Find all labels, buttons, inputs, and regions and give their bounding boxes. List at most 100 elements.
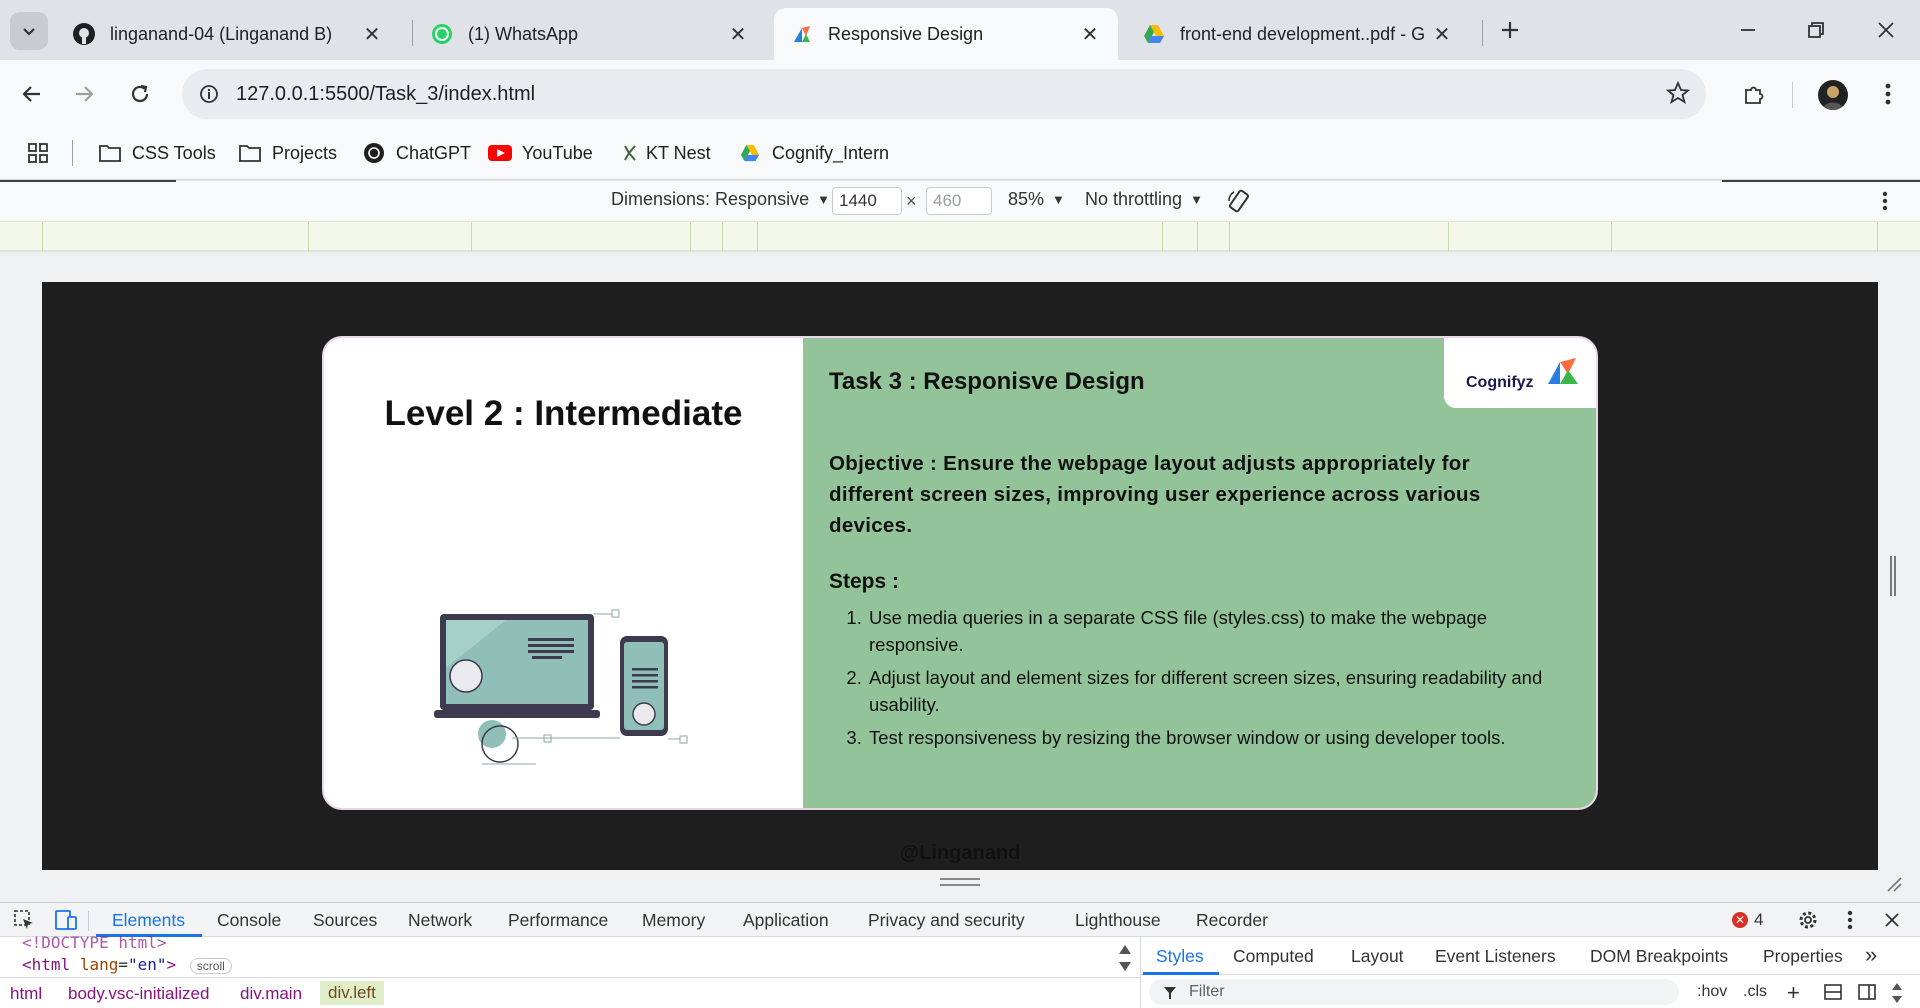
breadcrumb-div-left[interactable]: div.left (320, 981, 384, 1005)
scroll-badge[interactable]: scroll (189, 958, 232, 974)
dimensions-dropdown[interactable]: Dimensions: Responsive ▼ (611, 189, 830, 210)
bookmark-chatgpt[interactable]: ChatGPT (362, 138, 471, 168)
device-toolbar-menu[interactable] (1882, 191, 1888, 211)
devtools-settings-button[interactable] (1794, 907, 1822, 933)
close-icon[interactable]: ✕ (1430, 22, 1454, 46)
caret-down-icon: ▼ (817, 192, 830, 207)
tab-console[interactable]: Console (217, 910, 281, 931)
footer-credit: @Linganand (899, 842, 1021, 864)
breadcrumb-html[interactable]: html (10, 984, 42, 1004)
resize-corner-icon[interactable] (1884, 874, 1902, 892)
computed-styles-toggle-icon[interactable] (1823, 983, 1843, 1001)
browser-tab-whatsapp[interactable]: (1) WhatsApp ✕ (414, 8, 766, 60)
device-toggle-button[interactable] (52, 907, 80, 933)
bookmark-projects[interactable]: Projects (238, 138, 337, 168)
hov-toggle[interactable]: :hov (1697, 983, 1727, 1001)
profile-avatar[interactable] (1818, 80, 1848, 110)
rotate-button[interactable] (1226, 188, 1252, 214)
toolbar-edge-line (1722, 180, 1920, 182)
dimensions-times: × (906, 191, 917, 211)
tab-elements[interactable]: Elements (112, 910, 185, 931)
extensions-button[interactable] (1734, 74, 1774, 114)
browser-tab-github[interactable]: linganand-04 (Linganand B) ✕ (56, 8, 400, 60)
bookmark-kt-nest[interactable]: KT Nest (622, 138, 711, 168)
cognifyz-logo: Cognifyz (1444, 338, 1596, 408)
reload-button[interactable] (120, 74, 160, 114)
tab-network[interactable]: Network (408, 910, 472, 931)
throttling-dropdown[interactable]: No throttling ▼ (1085, 189, 1203, 210)
bookmark-cognify-intern[interactable]: Cognify_Intern (738, 138, 889, 168)
card-right-panel: Task 3 : Responisve Design Objective : E… (803, 338, 1596, 808)
close-icon[interactable]: ✕ (1078, 22, 1102, 46)
bookmark-css-tools[interactable]: CSS Tools (98, 138, 216, 168)
cls-toggle[interactable]: .cls (1743, 983, 1767, 1001)
bookmark-label: Cognify_Intern (772, 142, 890, 163)
inspect-element-button[interactable] (10, 907, 38, 933)
restore-button[interactable] (1792, 12, 1840, 48)
devtools-panel: Elements Console Sources Network Perform… (0, 902, 1920, 1008)
breadcrumb-div-main[interactable]: div.main (240, 984, 302, 1004)
devtools-close-button[interactable] (1878, 907, 1906, 933)
tab-divider (412, 20, 413, 46)
browser-menu-button[interactable] (1868, 74, 1908, 114)
bookmark-youtube[interactable]: YouTube (488, 138, 593, 168)
zoom-dropdown[interactable]: 85% ▼ (1008, 189, 1065, 210)
styles-filter-row: Filter :hov .cls + (1149, 979, 1909, 1007)
browser-tab-drive-pdf[interactable]: front-end development..pdf - G ✕ (1126, 8, 1470, 60)
apps-button[interactable] (26, 138, 60, 168)
list-item: Test responsiveness by resizing the brow… (867, 724, 1547, 751)
tab-properties[interactable]: Properties (1763, 946, 1843, 967)
more-vertical-icon (1882, 191, 1888, 211)
more-vertical-icon (1847, 910, 1853, 930)
dom-scroll-arrows[interactable] (1118, 943, 1132, 977)
tab-performance[interactable]: Performance (508, 910, 608, 931)
tab-sources[interactable]: Sources (313, 910, 377, 931)
tab-layout[interactable]: Layout (1351, 946, 1404, 967)
height-input[interactable]: 460 (926, 187, 992, 215)
styles-filter-input[interactable]: Filter (1149, 979, 1679, 1005)
breadcrumb-body[interactable]: body.vsc-initialized (68, 984, 209, 1004)
width-input[interactable]: 1440 (832, 187, 902, 215)
media-query-bar[interactable] (0, 221, 1920, 252)
close-icon[interactable]: ✕ (360, 22, 384, 46)
error-count: 4 (1754, 910, 1764, 929)
tab-privacy-security[interactable]: Privacy and security (868, 910, 1025, 931)
tab-application[interactable]: Application (743, 910, 829, 931)
dom-doctype[interactable]: <!DOCTYPE html> (22, 933, 167, 952)
tab-search-button[interactable] (10, 12, 48, 50)
viewport-resize-handle[interactable] (1890, 556, 1896, 596)
browser-tab-responsive-design[interactable]: Responsive Design ✕ (774, 8, 1118, 60)
breadcrumb: html body.vsc-initialized div.main div.l… (0, 977, 1140, 1008)
sidebar-toggle-icon[interactable] (1857, 983, 1877, 1001)
more-tabs-icon[interactable]: » (1865, 942, 1877, 968)
close-icon (1885, 913, 1899, 927)
address-bar[interactable]: 127.0.0.1:5500/Task_3/index.html (182, 69, 1706, 119)
back-button[interactable] (12, 74, 52, 114)
google-drive-icon (738, 141, 762, 165)
site-info-icon[interactable] (192, 77, 226, 111)
scroll-arrows-icon[interactable] (1891, 981, 1903, 1005)
zoom-value: 85% (1008, 189, 1045, 209)
tab-recorder[interactable]: Recorder (1196, 910, 1268, 931)
steps-label: Steps : (829, 570, 900, 593)
tab-lighthouse[interactable]: Lighthouse (1075, 910, 1161, 931)
tab-memory[interactable]: Memory (642, 910, 705, 931)
steps-list: Use media queries in a separate CSS file… (867, 604, 1547, 757)
bookmark-star-icon[interactable] (1665, 80, 1691, 110)
add-rule-icon[interactable]: + (1787, 980, 1800, 1006)
minimize-button[interactable] (1724, 12, 1772, 48)
forward-button[interactable] (64, 74, 104, 114)
tab-event-listeners[interactable]: Event Listeners (1435, 946, 1556, 967)
devtools-menu-button[interactable] (1836, 907, 1864, 933)
tab-styles[interactable]: Styles (1156, 946, 1204, 967)
tab-dom-breakpoints[interactable]: DOM Breakpoints (1590, 946, 1728, 967)
url-text[interactable]: 127.0.0.1:5500/Task_3/index.html (236, 83, 535, 106)
error-count-badge[interactable]: ✕ 4 (1732, 910, 1763, 930)
tab-computed[interactable]: Computed (1233, 946, 1314, 967)
viewport-resize-handle-bottom[interactable] (940, 878, 980, 886)
caret-down-icon: ▼ (1052, 192, 1065, 207)
dom-html-node[interactable]: <html lang="en"> scroll (22, 955, 232, 974)
close-icon[interactable]: ✕ (726, 22, 750, 46)
close-window-button[interactable] (1862, 12, 1910, 48)
new-tab-button[interactable] (1494, 14, 1526, 46)
